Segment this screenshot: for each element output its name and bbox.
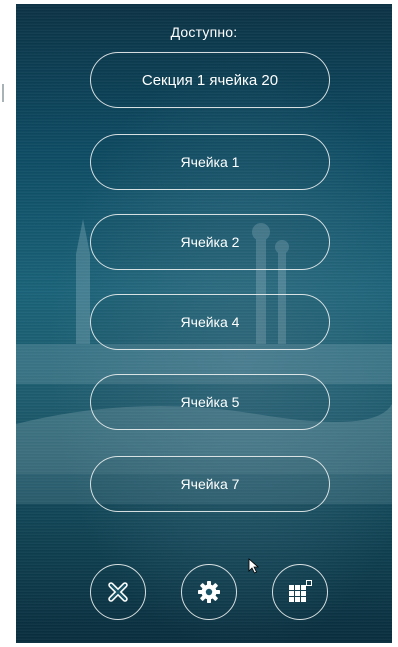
cell-button-7[interactable]: Ячейка 7 — [90, 456, 330, 512]
keypad-button[interactable] — [272, 564, 328, 620]
keypad-icon — [289, 580, 312, 602]
window-edge-mark — [2, 84, 4, 102]
frame-edge — [392, 0, 398, 647]
settings-button[interactable] — [181, 564, 237, 620]
cell-button-5[interactable]: Ячейка 5 — [90, 374, 330, 430]
cell-button-1[interactable]: Ячейка 1 — [90, 134, 330, 190]
mouse-cursor-icon — [248, 558, 260, 574]
available-cells-screen: Доступно: Секция 1 ячейка 20 Ячейка 1 Яч… — [16, 4, 392, 643]
cell-button-section-1-cell-20[interactable]: Секция 1 ячейка 20 — [90, 52, 330, 108]
available-title: Доступно: — [170, 24, 238, 40]
cell-button-2[interactable]: Ячейка 2 — [90, 214, 330, 270]
gear-icon — [198, 581, 220, 603]
cancel-button[interactable] — [90, 564, 146, 620]
close-icon — [108, 582, 128, 602]
cell-button-4[interactable]: Ячейка 4 — [90, 294, 330, 350]
